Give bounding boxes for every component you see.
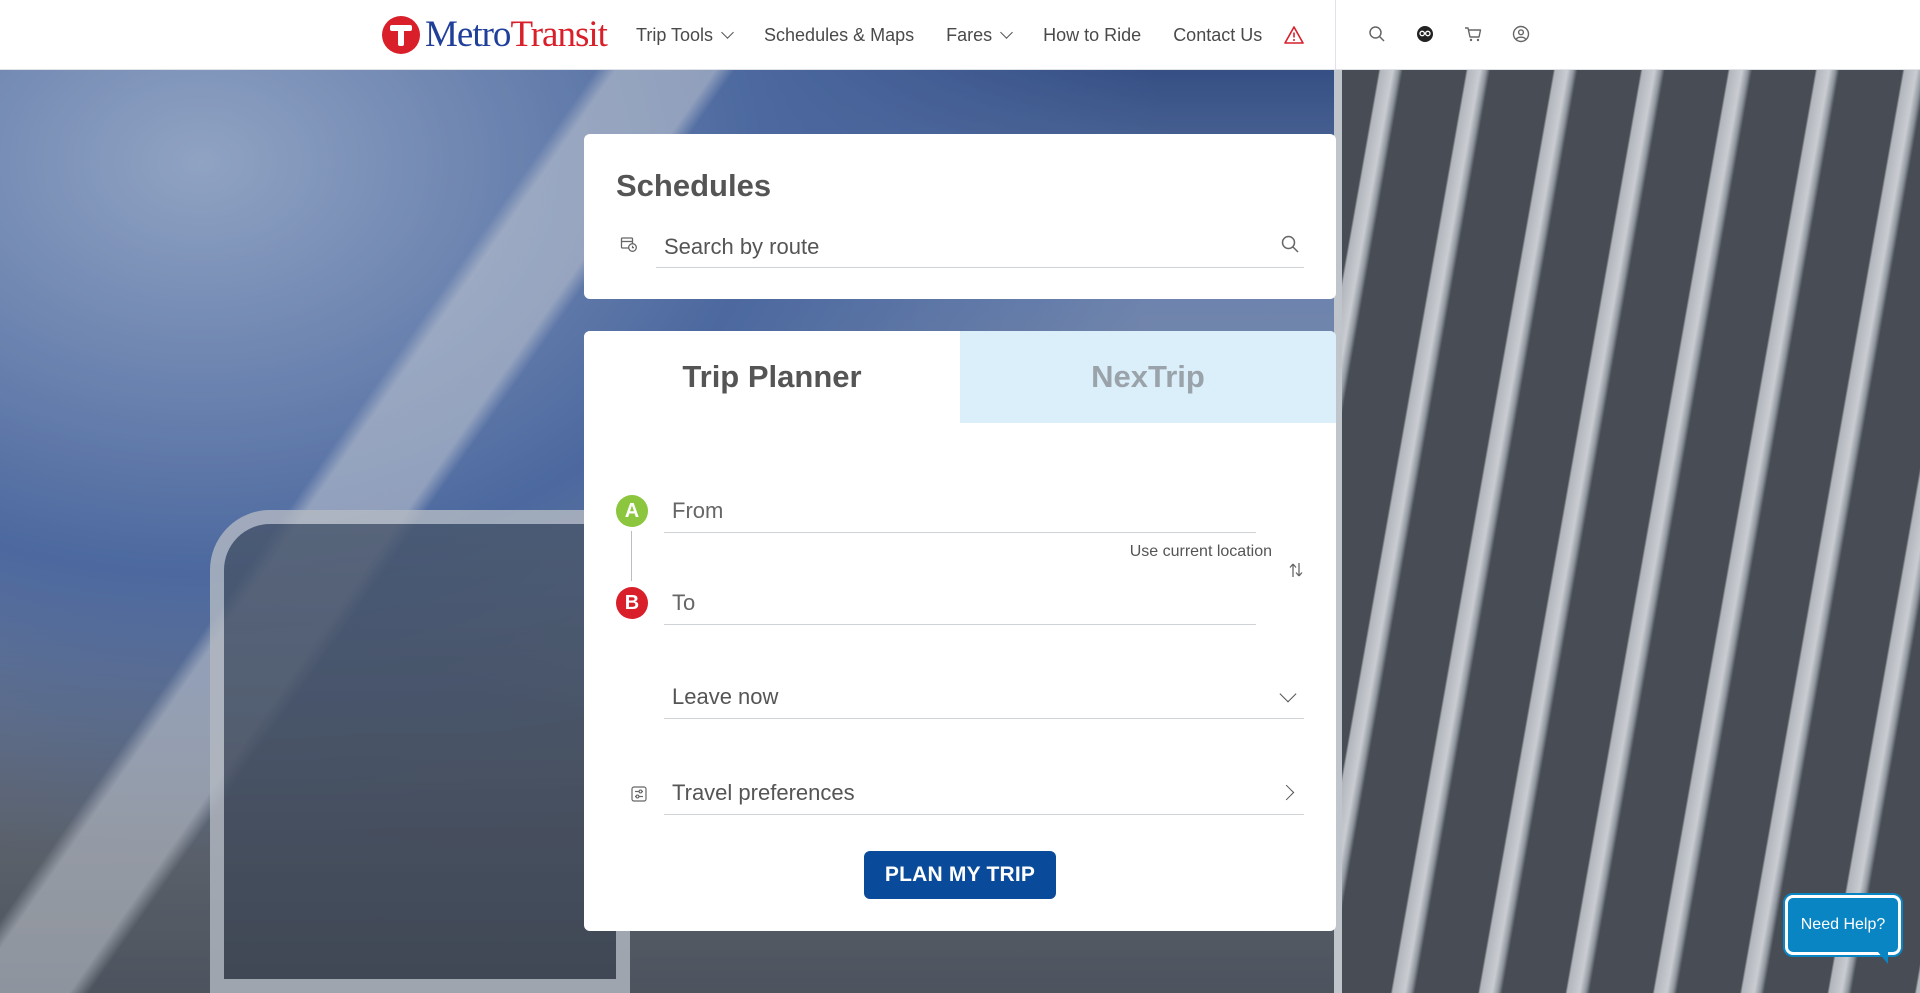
search-icon[interactable] bbox=[1366, 23, 1388, 45]
chevron-right-icon bbox=[1278, 784, 1295, 801]
tab-trip-planner[interactable]: Trip Planner bbox=[584, 331, 960, 423]
alert-icon[interactable] bbox=[1284, 25, 1305, 45]
go-to-card-icon[interactable] bbox=[1414, 23, 1436, 45]
metro-transit-logo-mark bbox=[382, 16, 420, 54]
nav-item-label: How to Ride bbox=[1043, 24, 1142, 45]
logo-metro-text: Metro bbox=[425, 14, 511, 55]
header-utility-icons bbox=[1366, 23, 1532, 45]
travel-preferences-row[interactable]: Travel preferences bbox=[664, 771, 1304, 815]
nav-item-label: Fares bbox=[946, 24, 993, 45]
trip-planner-card: Trip Planner NexTrip A B Use current loc… bbox=[584, 331, 1336, 931]
logo-transit-text: Transit bbox=[510, 14, 608, 55]
travel-preferences-label: Travel preferences bbox=[672, 779, 855, 805]
account-icon[interactable] bbox=[1510, 23, 1532, 45]
chevron-down-icon bbox=[721, 25, 734, 39]
use-current-location-link[interactable]: Use current location bbox=[1130, 543, 1272, 561]
schedule-calendar-icon bbox=[620, 237, 637, 252]
to-field[interactable] bbox=[664, 581, 1256, 625]
leave-time-value: Leave now bbox=[672, 683, 779, 709]
main-nav: Trip Tools Schedules & Maps Fares How to… bbox=[636, 0, 1305, 70]
route-search-input[interactable] bbox=[656, 226, 1304, 268]
nav-item-schedules-maps[interactable]: Schedules & Maps bbox=[764, 25, 914, 46]
chevron-down-icon bbox=[1000, 25, 1014, 39]
nav-item-contact-us[interactable]: Contact Us bbox=[1173, 25, 1262, 46]
route-connector-line bbox=[631, 531, 632, 581]
nav-item-label: Schedules & Maps bbox=[764, 24, 915, 45]
header-divider bbox=[1335, 0, 1336, 70]
schedules-title: Schedules bbox=[616, 168, 772, 203]
tab-nextrip[interactable]: NexTrip bbox=[960, 331, 1336, 423]
cart-icon[interactable] bbox=[1462, 23, 1484, 45]
site-header: MetroTransit Trip Tools Schedules & Maps… bbox=[0, 0, 1920, 70]
nav-item-label: Trip Tools bbox=[636, 24, 714, 45]
search-icon[interactable] bbox=[1280, 234, 1300, 254]
nav-item-label: Contact Us bbox=[1173, 24, 1263, 45]
need-help-button[interactable]: Need Help? bbox=[1785, 895, 1901, 964]
destination-marker: B bbox=[616, 587, 648, 619]
plan-my-trip-button[interactable]: PLAN MY TRIP bbox=[864, 851, 1056, 899]
nav-item-how-to-ride[interactable]: How to Ride bbox=[1043, 25, 1141, 46]
logo-wordmark: MetroTransit bbox=[425, 14, 608, 55]
swap-icon[interactable] bbox=[1288, 561, 1304, 579]
from-field[interactable] bbox=[664, 489, 1256, 533]
chevron-down-icon bbox=[1279, 685, 1297, 702]
trip-tabs: Trip Planner NexTrip bbox=[584, 331, 1336, 423]
schedules-card: Schedules bbox=[584, 134, 1336, 299]
leave-time-select[interactable]: Leave now bbox=[664, 675, 1304, 719]
preferences-icon bbox=[631, 786, 647, 802]
nav-item-trip-tools[interactable]: Trip Tools bbox=[636, 24, 734, 46]
nav-item-fares[interactable]: Fares bbox=[946, 24, 1014, 46]
metro-transit-logo[interactable]: MetroTransit bbox=[382, 14, 608, 55]
origin-marker: A bbox=[616, 495, 648, 527]
